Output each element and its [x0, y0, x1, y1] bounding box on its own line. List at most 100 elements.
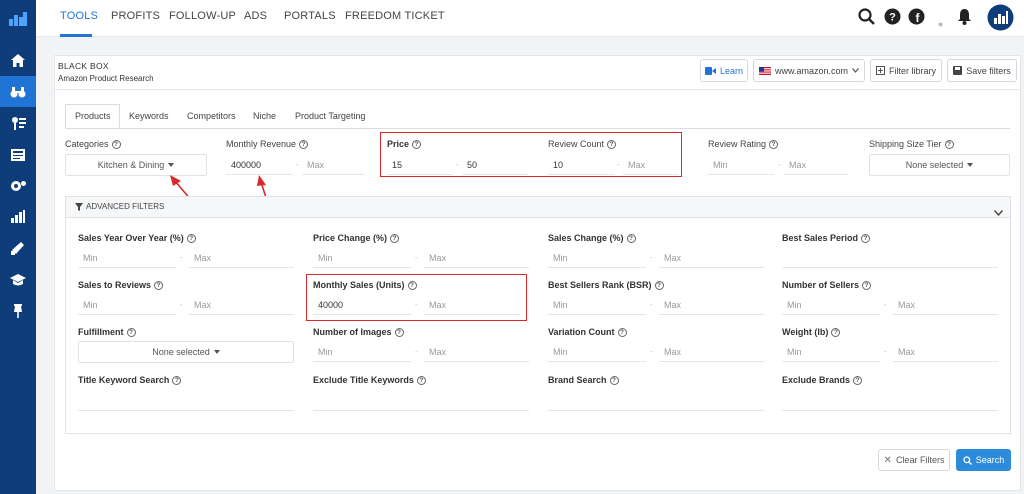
sales-change-max-input[interactable]: Max: [659, 248, 764, 268]
help-icon[interactable]: ?: [416, 375, 426, 385]
nav-tab-portals[interactable]: PORTALS: [284, 10, 336, 22]
subtab-competitors[interactable]: Competitors: [187, 111, 236, 121]
variation-count-max-input[interactable]: Max: [659, 342, 764, 362]
subtab-product-targeting[interactable]: Product Targeting: [295, 111, 365, 121]
help-icon[interactable]: ?: [607, 139, 617, 149]
subtab-niche[interactable]: Niche: [253, 111, 276, 121]
range-dash: -: [778, 160, 781, 169]
number-of-images-min-input[interactable]: Min: [313, 342, 411, 362]
subtab-keywords[interactable]: Keywords: [129, 111, 169, 121]
subtab-products[interactable]: Products: [75, 111, 111, 121]
range-dash: -: [650, 300, 653, 309]
number-of-sellers-max-input[interactable]: Max: [893, 295, 998, 315]
brand-search-label: Brand Search?: [548, 375, 619, 385]
help-icon[interactable]: ?: [394, 327, 404, 337]
fulfillment-select[interactable]: None selected: [78, 341, 294, 363]
help-icon[interactable]: ?: [390, 233, 400, 243]
range-dash: -: [884, 300, 887, 309]
nav-tab-tools[interactable]: TOOLS: [60, 10, 98, 22]
help-icon[interactable]: ?: [769, 139, 779, 149]
megaphone-icon[interactable]: [0, 232, 36, 263]
help-icon[interactable]: ?: [626, 233, 636, 243]
filter-icon: [75, 202, 83, 211]
number-of-sellers-min-input[interactable]: Min: [782, 295, 880, 315]
home-icon[interactable]: [0, 45, 36, 76]
avatar[interactable]: [987, 4, 1014, 41]
weight-max-input[interactable]: Max: [893, 342, 998, 362]
monthly-revenue-max-input[interactable]: Max: [302, 155, 364, 175]
advanced-filters-header[interactable]: [65, 196, 1011, 218]
help-icon[interactable]: ?: [862, 280, 872, 290]
review-count-max-input[interactable]: Max: [623, 155, 678, 175]
help-icon[interactable]: ?: [299, 139, 309, 149]
review-count-min-input[interactable]: 10: [548, 155, 614, 175]
analytics-icon[interactable]: [0, 201, 36, 232]
nav-tab-freedom-ticket[interactable]: FREEDOM TICKET: [345, 10, 445, 22]
price-min-input[interactable]: 15: [387, 155, 453, 175]
review-rating-max-input[interactable]: Max: [784, 155, 848, 175]
help-icon[interactable]: ?: [407, 280, 417, 290]
weight-min-input[interactable]: Min: [782, 342, 880, 362]
advanced-filters-title[interactable]: ADVANCED FILTERS: [75, 202, 164, 211]
keywords-icon[interactable]: [0, 107, 36, 138]
filter-library-button[interactable]: Filter library: [870, 59, 942, 82]
range-dash: -: [296, 160, 299, 169]
monthly-sales-max-input[interactable]: Max: [424, 295, 520, 315]
best-sales-period-input[interactable]: [782, 248, 998, 268]
save-filters-button[interactable]: Save filters: [947, 59, 1017, 82]
settings-icon[interactable]: [0, 170, 36, 201]
help-icon[interactable]: ?: [861, 233, 871, 243]
nav-tab-follow-up[interactable]: FOLLOW-UP: [169, 10, 236, 22]
title-keyword-search-input[interactable]: [78, 391, 294, 411]
help-icon[interactable]: ?: [831, 327, 841, 337]
help-icon[interactable]: ?: [617, 327, 627, 337]
sales-yoy-min-input[interactable]: Min: [78, 248, 176, 268]
close-icon: ✕: [883, 454, 892, 466]
price-change-min-input[interactable]: Min: [313, 248, 411, 268]
help-icon[interactable]: ?: [126, 327, 136, 337]
caret-down-icon: [213, 350, 220, 354]
exclude-title-keywords-input[interactable]: [313, 391, 529, 411]
marketplace-select[interactable]: www.amazon.com: [753, 59, 865, 82]
chevron-down-icon[interactable]: [993, 203, 1004, 221]
help-icon[interactable]: ?: [172, 375, 182, 385]
price-max-input[interactable]: 50: [462, 155, 528, 175]
bsr-max-input[interactable]: Max: [659, 295, 764, 315]
help-icon[interactable]: ?: [186, 233, 196, 243]
pin-icon[interactable]: [0, 295, 36, 326]
help-icon[interactable]: ?: [111, 139, 121, 149]
search-icon: [963, 455, 972, 465]
help-icon[interactable]: ?: [654, 280, 664, 290]
logo-icon[interactable]: [9, 10, 27, 31]
sales-change-min-input[interactable]: Min: [548, 248, 646, 268]
bsr-min-input[interactable]: Min: [548, 295, 646, 315]
nav-tab-profits[interactable]: PROFITS: [111, 10, 160, 22]
exclude-brands-input[interactable]: [782, 391, 998, 411]
binoculars-icon[interactable]: [0, 76, 36, 107]
price-change-max-input[interactable]: Max: [424, 248, 529, 268]
chevron-down-icon: [852, 68, 859, 73]
clear-filters-button[interactable]: ✕ Clear Filters: [878, 449, 950, 471]
help-icon[interactable]: ?: [944, 139, 954, 149]
shipping-size-tier-select[interactable]: None selected: [869, 154, 1010, 176]
help-icon[interactable]: ?: [853, 375, 863, 385]
range-dash: -: [180, 253, 183, 262]
sales-to-reviews-max-input[interactable]: Max: [189, 295, 294, 315]
help-icon[interactable]: ?: [609, 375, 619, 385]
brand-search-input[interactable]: [548, 391, 764, 411]
sales-to-reviews-min-input[interactable]: Min: [78, 295, 176, 315]
video-icon: [704, 66, 716, 75]
academy-icon[interactable]: [0, 264, 36, 295]
learn-button[interactable]: Learn: [700, 59, 748, 82]
number-of-images-max-input[interactable]: Max: [424, 342, 529, 362]
review-rating-min-input[interactable]: Min: [708, 155, 774, 175]
variation-count-min-input[interactable]: Min: [548, 342, 646, 362]
help-icon[interactable]: ?: [154, 280, 164, 290]
sales-yoy-max-input[interactable]: Max: [189, 248, 294, 268]
nav-tab-ads[interactable]: ADS: [244, 10, 267, 22]
search-button[interactable]: Search: [956, 449, 1011, 471]
listing-icon[interactable]: [0, 139, 36, 170]
range-dash: -: [617, 160, 620, 169]
help-icon[interactable]: ?: [412, 139, 422, 149]
monthly-sales-min-input[interactable]: 40000: [313, 295, 411, 315]
